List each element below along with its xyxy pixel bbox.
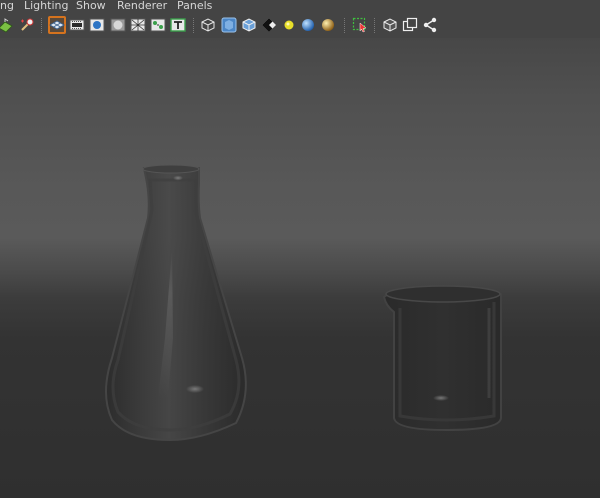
safe-action-icon[interactable]: [150, 17, 166, 33]
erlenmeyer-flask[interactable]: [105, 164, 247, 442]
smooth-shade-icon[interactable]: [221, 17, 237, 33]
3d-viewport[interactable]: [0, 38, 600, 498]
menu-panels[interactable]: Panels: [177, 0, 212, 13]
toolbar-separator: [344, 18, 347, 33]
isolate-select-icon[interactable]: [352, 17, 368, 33]
menu-renderer[interactable]: Renderer: [117, 0, 167, 13]
screen-space-ambient-occlusion-icon[interactable]: [320, 17, 336, 33]
xray-icon[interactable]: [382, 17, 398, 33]
wireframe-on-shaded-icon[interactable]: [241, 17, 257, 33]
select-camera-icon[interactable]: [0, 17, 14, 33]
film-gate-icon[interactable]: [69, 17, 85, 33]
grid-icon[interactable]: [48, 16, 66, 34]
textured-icon[interactable]: [261, 17, 277, 33]
field-chart-icon[interactable]: [130, 17, 146, 33]
xray-active-components-icon[interactable]: [402, 17, 418, 33]
camera-attributes-icon[interactable]: [19, 17, 35, 33]
gate-mask-icon[interactable]: [110, 17, 126, 33]
menu-lighting[interactable]: Lighting: [24, 0, 68, 13]
toolbar-separator: [374, 18, 377, 33]
wireframe-icon[interactable]: [200, 17, 216, 33]
menu-show[interactable]: Show: [76, 0, 106, 13]
panel-toolbar: [0, 13, 600, 38]
menu-shading[interactable]: ng: [0, 0, 14, 13]
toolbar-separator: [41, 18, 44, 33]
shadows-icon[interactable]: [300, 17, 316, 33]
toolbar-separator: [193, 18, 196, 33]
safe-title-icon[interactable]: [170, 17, 186, 33]
xray-joints-icon[interactable]: [422, 17, 438, 33]
resolution-gate-icon[interactable]: [89, 17, 105, 33]
use-all-lights-icon[interactable]: [281, 17, 297, 33]
panel-menubar: ng Lighting Show Renderer Panels: [0, 0, 600, 13]
beaker[interactable]: [382, 285, 502, 432]
